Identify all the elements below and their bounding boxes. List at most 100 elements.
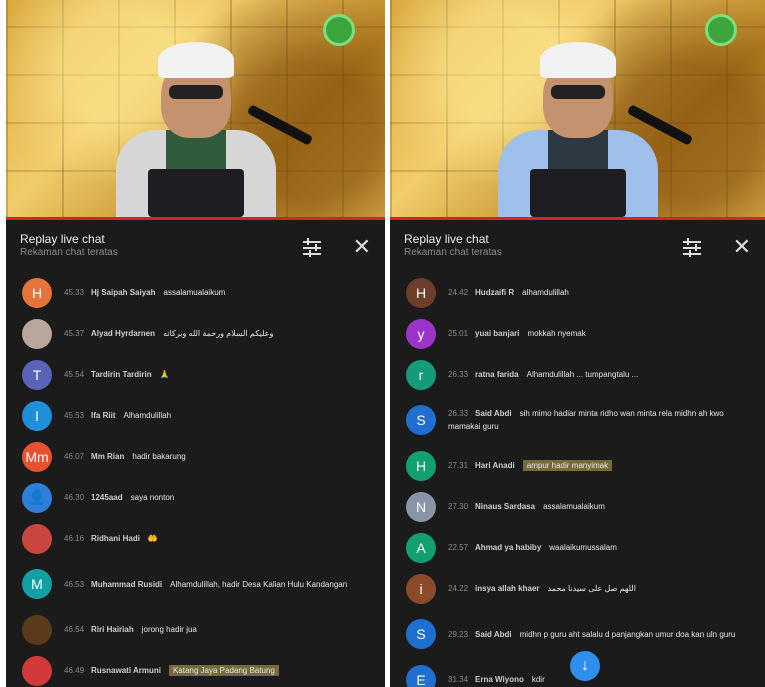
message-author: 1245aad — [91, 493, 123, 502]
message-author: Rusnawati Armuni — [91, 666, 161, 675]
chat-list[interactable]: H 45.33 Hj Saipah Saiyah assalamualaikum 45.… — [6, 272, 385, 687]
screenshot-collage: Replay live chat Rekaman chat teratas ✕ … — [0, 0, 765, 687]
channel-logo-icon — [323, 14, 355, 46]
avatar[interactable] — [22, 318, 52, 349]
message-time: 25.01 — [448, 329, 469, 338]
avatar[interactable]: H — [406, 277, 436, 308]
message-text: kdir — [531, 675, 545, 684]
avatar[interactable]: H — [406, 450, 436, 481]
message-text: saya nonton — [130, 493, 175, 502]
chat-message[interactable]: T 45.54 Tardirin Tardirin 🙏 — [6, 354, 385, 395]
message-author: Hj Saipah Saiyah — [91, 288, 156, 297]
chat-message[interactable]: 👤 46.30 1245aad saya nonton — [6, 477, 385, 518]
avatar[interactable]: S — [406, 405, 436, 435]
message-time: 45.53 — [64, 411, 85, 420]
message-author: Mm Rian — [91, 452, 125, 461]
message-time: 45.33 — [64, 288, 85, 297]
close-icon[interactable]: ✕ — [353, 236, 371, 258]
chat-message[interactable]: r 26.33 ratna farida Alhamdulillah ... tump… — [390, 354, 765, 395]
message-author: Tardirin Tardirin — [91, 370, 152, 379]
avatar[interactable]: Mm — [22, 441, 52, 472]
avatar[interactable] — [22, 655, 52, 686]
message-text: 🙏 — [159, 370, 170, 379]
chat-message[interactable]: A 22.57 Ahmad ya habiby waalaikumussalam — [390, 527, 765, 568]
avatar[interactable]: N — [406, 491, 436, 522]
message-time: 24.42 — [448, 288, 469, 297]
avatar[interactable]: A — [406, 532, 436, 563]
laptop-icon — [147, 169, 244, 217]
arrow-down-icon: ↓ — [581, 657, 589, 674]
chat-header: Replay live chat Rekaman chat teratas ✕ — [390, 220, 765, 272]
avatar[interactable] — [22, 523, 52, 554]
avatar[interactable]: H — [22, 277, 52, 308]
chat-message[interactable]: 46.16 Ridhani Hadi 🤲 — [6, 518, 385, 559]
message-text: Alhamdulillah — [123, 411, 172, 420]
chat-message[interactable]: S 26.33 Said Abdi sih mimo hadiar minta rid… — [390, 395, 765, 445]
chat-header: Replay live chat Rekaman chat teratas ✕ — [6, 220, 385, 272]
message-text: jorong hadir jua — [141, 625, 197, 634]
message-time: 46.30 — [64, 493, 85, 502]
message-author: Ifa Riit — [91, 411, 116, 420]
message-author: ratna farida — [475, 370, 519, 379]
message-time: 31.34 — [448, 675, 469, 684]
channel-logo-icon — [705, 14, 737, 46]
avatar[interactable]: S — [406, 619, 436, 649]
message-text: Katang Jaya Padang Batung — [168, 665, 279, 676]
avatar[interactable]: 👤 — [22, 482, 52, 513]
message-text: hadir bakarung — [132, 452, 186, 461]
message-time: 46.07 — [64, 452, 85, 461]
avatar[interactable]: M — [22, 569, 52, 599]
message-text: waalaikumussalam — [549, 543, 617, 552]
left-panel: Replay live chat Rekaman chat teratas ✕ … — [6, 0, 385, 687]
message-time: 45.54 — [64, 370, 85, 379]
message-text: 🤲 — [147, 534, 158, 543]
message-author: Hari Anadi — [475, 461, 515, 470]
message-time: 45.37 — [64, 329, 85, 338]
message-time: 27.30 — [448, 502, 469, 511]
message-text: ampur hadir manyimak — [522, 460, 613, 471]
chat-message[interactable]: i 24.22 insya allah khaer اللهم صل على سيدن… — [390, 568, 765, 609]
video-player[interactable] — [390, 0, 765, 220]
close-icon[interactable]: ✕ — [733, 236, 751, 258]
avatar[interactable]: i — [406, 573, 436, 604]
message-time: 22.57 — [448, 543, 469, 552]
message-text: وعليكم السلام ورحمة الله وبركاته — [163, 329, 274, 338]
filter-icon[interactable] — [301, 236, 323, 258]
message-time: 24.22 — [448, 584, 469, 593]
chat-message[interactable]: 46.49 Rusnawati Armuni Katang Jaya Padang … — [6, 650, 385, 687]
chat-list[interactable]: H 24.42 Hudzaifi R alhamdulillah y 25.01 yuai … — [390, 272, 765, 687]
video-player[interactable] — [6, 0, 385, 220]
message-text: Alhamdulillah ... tumpangtalu ... — [526, 370, 639, 379]
laptop-icon — [529, 169, 626, 217]
chat-message[interactable]: H 24.42 Hudzaifi R alhamdulillah — [390, 272, 765, 313]
chat-message[interactable]: Mm 46.07 Mm Rian hadir bakarung — [6, 436, 385, 477]
chat-message[interactable]: I 45.53 Ifa Riit Alhamdulillah — [6, 395, 385, 436]
avatar[interactable]: I — [22, 400, 52, 431]
chat-message[interactable]: H 45.33 Hj Saipah Saiyah assalamualaikum — [6, 272, 385, 313]
filter-icon[interactable] — [681, 236, 703, 258]
chat-message[interactable]: 46.54 Riri Hairiah jorong hadir jua — [6, 609, 385, 650]
avatar[interactable]: y — [406, 318, 436, 349]
scroll-down-button[interactable]: ↓ — [570, 651, 600, 681]
chat-message[interactable]: 45.37 Alyad Hyrdarnen وعليكم السلام ورحمة … — [6, 313, 385, 354]
message-author: Hudzaifi R — [475, 288, 515, 297]
chat-message[interactable]: N 27.30 Ninaus Sardasa assalamualaikum — [390, 486, 765, 527]
message-time: 46.54 — [64, 625, 85, 634]
chat-message[interactable]: H 27.31 Hari Anadi ampur hadir manyimak — [390, 445, 765, 486]
avatar[interactable] — [22, 614, 52, 645]
message-author: Ninaus Sardasa — [475, 502, 536, 511]
avatar[interactable]: T — [22, 359, 52, 390]
message-time: 46.53 — [64, 579, 85, 589]
message-author: Said Abdi — [475, 409, 512, 418]
avatar[interactable]: r — [406, 359, 436, 390]
message-author: Ahmad ya habiby — [475, 543, 542, 552]
message-time: 29.23 — [448, 629, 469, 639]
right-panel: Replay live chat Rekaman chat teratas ✕ … — [390, 0, 765, 687]
avatar[interactable]: E — [406, 664, 436, 687]
chat-message[interactable]: M 46.53 Muhammad Rusidi Alhamdulillah, hadi… — [6, 559, 385, 609]
message-author: Ridhani Hadi — [91, 534, 140, 543]
message-text: midhn p guru aht salalu d panjangkan umu… — [519, 629, 736, 639]
chat-message[interactable]: y 25.01 yuai banjari mokkah nyemak — [390, 313, 765, 354]
message-text: Alhamdulillah, hadir Desa Kalian Hulu Ka… — [170, 579, 348, 589]
message-text: assalamualaikum — [543, 502, 605, 511]
